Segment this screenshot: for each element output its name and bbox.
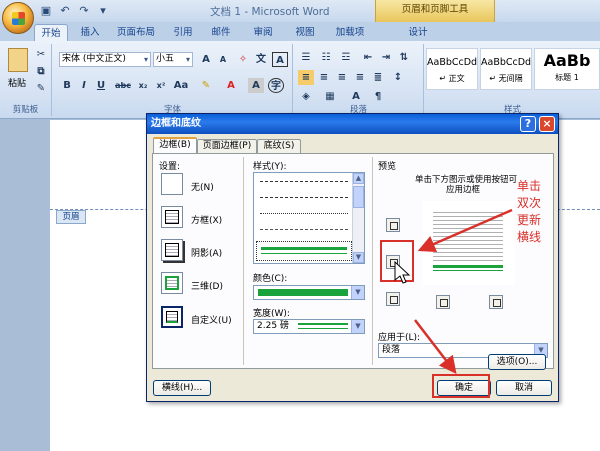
- annotation-line: 横线: [517, 230, 542, 244]
- annotation-line: 单击: [517, 179, 542, 193]
- annotation-text: 单击 双次 更新 横线: [517, 178, 541, 246]
- mouse-cursor-icon: [394, 260, 411, 284]
- annotation-line: 双次: [517, 196, 542, 210]
- annotation-arrow-to-button: [417, 208, 513, 253]
- annotation-arrow-to-ok: [414, 319, 457, 374]
- annotation-line: 更新: [517, 213, 542, 227]
- office-button[interactable]: [2, 2, 34, 34]
- annotation-arrows: [394, 208, 513, 374]
